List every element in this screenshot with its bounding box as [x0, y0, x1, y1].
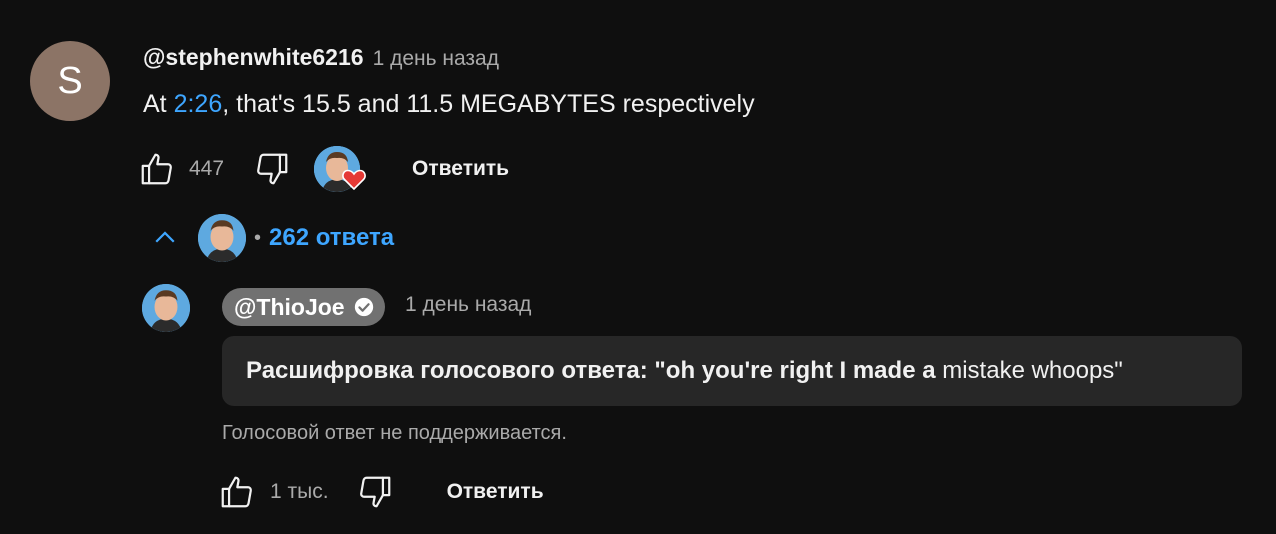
timestamp-link[interactable]: 2:26: [174, 90, 223, 118]
reply-author: @ThioJoe: [234, 293, 345, 320]
reply-button[interactable]: Ответить: [412, 157, 509, 181]
thumbs-down-icon: [257, 153, 288, 185]
reply-time[interactable]: 1 день назад: [405, 293, 531, 317]
reply-toolbar: 1 тыс. Ответить: [217, 470, 544, 514]
voice-unsupported-note: Голосовой ответ не поддерживается.: [222, 422, 567, 444]
transcript-normal: mistake whoops": [935, 357, 1123, 384]
avatar-letter: S: [57, 59, 83, 102]
comment-author[interactable]: @stephenwhite6216: [143, 44, 364, 71]
creator-heart: [314, 146, 366, 192]
like-count: 1 тыс.: [270, 480, 329, 503]
reply-button[interactable]: Ответить: [447, 480, 544, 504]
comment-toolbar: 447 Ответить: [137, 146, 509, 192]
transcript-bold: Расшифровка голосового ответа: "oh you'r…: [246, 357, 936, 384]
thumbs-up-icon: [141, 153, 172, 185]
thumbs-down-icon: [359, 476, 390, 508]
heart-icon: [342, 169, 366, 190]
comment-text-suffix: , that's 15.5 and 11.5 MEGABYTES respect…: [222, 90, 755, 118]
voice-transcript: Расшифровка голосового ответа: "oh you'r…: [222, 336, 1242, 406]
chevron-up-icon: [155, 231, 175, 243]
reply-preview-avatar: [198, 214, 246, 262]
like-button[interactable]: [217, 472, 257, 512]
comment-header: @stephenwhite6216 1 день назад: [143, 44, 499, 71]
reply-avatar[interactable]: [142, 284, 190, 332]
thumbs-up-icon: [221, 476, 252, 508]
dislike-button[interactable]: [252, 149, 292, 189]
creator-face-icon: [142, 284, 190, 332]
comment-text: At 2:26, that's 15.5 and 11.5 MEGABYTES …: [143, 90, 755, 119]
avatar[interactable]: S: [30, 41, 110, 121]
verified-check-icon: [354, 297, 373, 317]
replies-toggle[interactable]: • 262 ответа: [150, 214, 394, 262]
dislike-button[interactable]: [355, 472, 395, 512]
comment-text-prefix: At: [143, 90, 174, 118]
replies-count: 262 ответа: [269, 224, 395, 251]
like-count: 447: [189, 157, 225, 180]
separator-dot: •: [254, 226, 262, 249]
creator-face-icon: [198, 214, 246, 262]
creator-badge[interactable]: @ThioJoe: [222, 288, 385, 326]
comment-time[interactable]: 1 день назад: [373, 47, 499, 71]
like-button[interactable]: [137, 149, 177, 189]
